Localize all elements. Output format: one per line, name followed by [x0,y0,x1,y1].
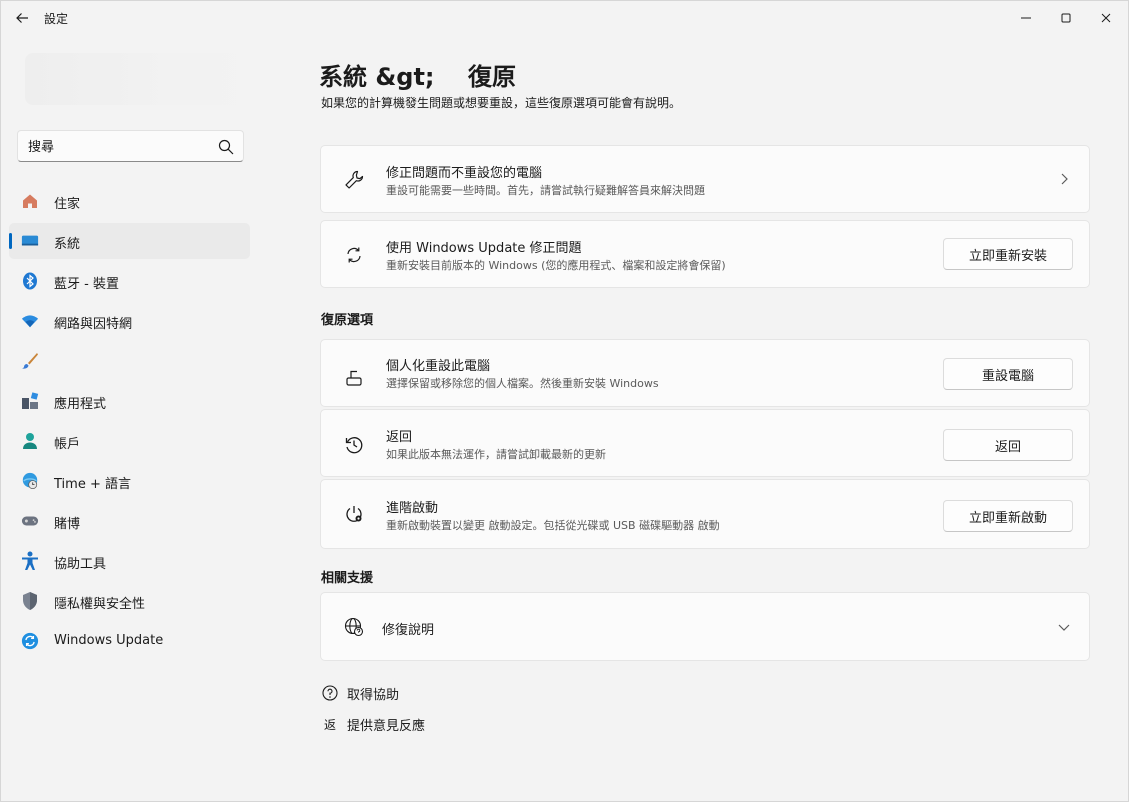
give-feedback-link[interactable]: 返 提供意見反應 [322,714,425,734]
sidebar-item-personalization[interactable] [9,343,250,379]
reinstall-now-button[interactable]: 立即重新安裝 [943,238,1073,270]
windows-update-fix-card: 使用 Windows Update 修正問題 重新安裝目前版本的 Windows… [320,220,1090,288]
sidebar-item-privacy[interactable]: 隱私權與安全性 [9,583,250,619]
globe-help-icon [343,616,365,638]
get-help-link[interactable]: 取得協助 [322,683,399,703]
home-icon [21,192,39,210]
back-button[interactable] [9,6,35,30]
wrench-icon [343,169,365,191]
card-title: 修正問題而不重設您的電腦 [386,166,543,181]
title-bar: 設定 [1,1,1128,35]
sidebar-item-label: 系統 [54,237,81,252]
back-arrow-icon [16,13,28,23]
sidebar-item-time-language[interactable]: Time + 語言 [9,463,250,499]
sidebar-item-label: 網路與因特網 [54,317,133,332]
reset-pc-card: 個人化重設此電腦 選擇保留或移除您的個人檔案。然後重新安裝 Windows 重設… [320,339,1090,407]
personalization-brush-icon [21,352,39,370]
chevron-right-icon [1061,173,1068,185]
card-description: 重新安裝目前版本的 Windows (您的應用程式、檔案和設定將會保留) [386,259,726,272]
get-help-label: 取得協助 [347,687,400,703]
system-icon [21,232,39,250]
search-box [17,130,244,162]
reset-pc-icon [343,366,365,388]
history-icon [343,434,365,456]
close-icon [1101,13,1111,23]
bluetooth-icon [21,272,39,290]
sidebar-item-apps[interactable]: 應用程式 [9,383,250,419]
fix-problems-card[interactable]: 修正問題而不重設您的電腦 重設可能需要一些時間。首先，請嘗試執行疑難解答員來解決… [320,145,1090,213]
page-subtitle: 如果您的計算機發生問題或想要重設，這些復原選項可能會有說明。 [321,96,682,110]
go-back-button[interactable]: 返回 [943,429,1073,461]
feedback-icon: 返 [323,717,336,732]
card-description: 重新啟動裝置以變更 啟動設定。包括從光碟或 USB 磁碟驅動器 啟動 [386,519,720,532]
chevron-down-icon [1058,624,1070,631]
time-language-icon [21,472,39,490]
windows-update-icon [21,632,39,650]
maximize-icon [1061,13,1071,23]
settings-window: 設定 住家 系統 [0,0,1129,802]
reset-pc-button[interactable]: 重設電腦 [943,358,1073,390]
help-icon [322,685,338,701]
sidebar-item-label: Windows Update [54,633,164,648]
sidebar-item-bluetooth[interactable]: 藍牙 - 裝置 [9,263,250,299]
sidebar-item-label: 賭博 [54,517,81,532]
sidebar-item-label: 協助工具 [54,557,107,572]
recovery-options-heading: 復原選項 [321,313,374,328]
go-back-card: 返回 如果此版本無法運作，請嘗試卸載最新的更新 返回 [320,409,1090,477]
recovery-help-card[interactable]: 修復說明 [320,592,1090,661]
sidebar-item-accounts[interactable]: 帳戶 [9,423,250,459]
advanced-startup-card: 進階啟動 重新啟動裝置以變更 啟動設定。包括從光碟或 USB 磁碟驅動器 啟動 … [320,479,1090,549]
card-title: 返回 [386,430,413,445]
search-icon[interactable] [218,139,234,155]
maximize-button[interactable] [1049,6,1083,30]
page-title: 系統 &gt; 復原 [319,63,516,91]
sidebar-item-label: 隱私權與安全性 [54,597,146,612]
sidebar-item-label: 住家 [54,197,81,212]
user-profile-area[interactable] [25,53,255,105]
restart-now-button[interactable]: 立即重新啟動 [943,500,1073,532]
sidebar-item-label: 帳戶 [54,437,81,452]
sidebar-item-label: 藍牙 - 裝置 [54,277,119,292]
card-title: 使用 Windows Update 修正問題 [386,241,582,256]
card-title: 修復說明 [382,623,435,638]
sidebar-item-label: 應用程式 [54,397,107,412]
sync-icon [343,244,365,266]
card-description: 如果此版本無法運作，請嘗試卸載最新的更新 [386,448,606,461]
gaming-icon [21,512,39,530]
search-input[interactable] [28,137,208,157]
sidebar-item-system[interactable]: 系統 [9,223,250,259]
minimize-icon [1021,17,1031,19]
account-icon [21,432,39,450]
related-support-heading: 相關支援 [321,571,374,586]
sidebar-nav: 住家 系統 藍牙 - 裝置 網路與因特網 應用程式 帳戶 Time + 語言 賭… [9,183,250,663]
sidebar-item-windows-update[interactable]: Windows Update [9,623,250,659]
minimize-button[interactable] [1009,6,1043,30]
sidebar-item-accessibility[interactable]: 協助工具 [9,543,250,579]
sidebar-item-gaming[interactable]: 賭博 [9,503,250,539]
advanced-startup-icon [343,503,365,525]
give-feedback-label: 提供意見反應 [347,718,426,734]
sidebar-item-home[interactable]: 住家 [9,183,250,219]
card-description: 重設可能需要一些時間。首先，請嘗試執行疑難解答員來解決問題 [386,184,705,197]
sidebar-item-network[interactable]: 網路與因特網 [9,303,250,339]
sidebar-item-label: Time + 語言 [54,477,131,492]
close-button[interactable] [1089,6,1123,30]
card-title: 進階啟動 [386,501,439,516]
wifi-icon [21,312,39,330]
accessibility-icon [21,551,39,570]
card-description: 選擇保留或移除您的個人檔案。然後重新安裝 Windows [386,377,659,390]
card-title: 個人化重設此電腦 [386,359,491,374]
app-title: 設定 [44,12,69,26]
privacy-shield-icon [21,592,39,610]
apps-icon [21,392,39,410]
